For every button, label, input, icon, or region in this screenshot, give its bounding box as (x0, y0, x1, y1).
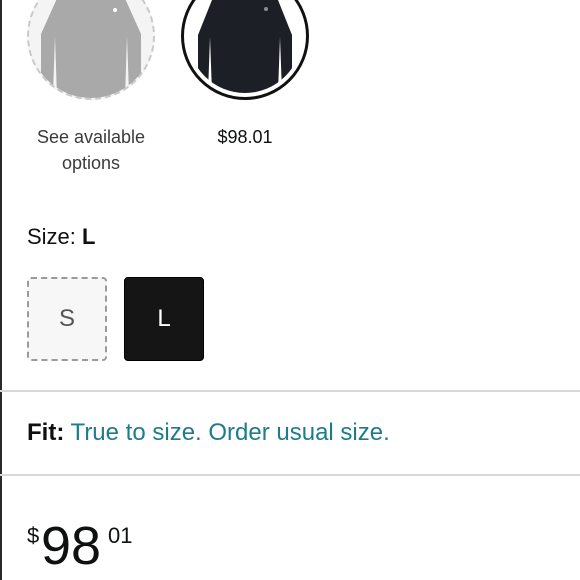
size-selected-value: L (82, 224, 96, 249)
color-swatch-grey[interactable] (27, 0, 155, 100)
divider (0, 474, 580, 476)
size-option-l-selected[interactable]: L (124, 277, 204, 361)
option-label-see-available[interactable]: See available options (15, 124, 167, 176)
price-whole: 98 (41, 516, 102, 576)
size-option-s[interactable]: S (27, 277, 107, 361)
grey-shirt-image (41, 0, 141, 98)
price-fraction: 01 (108, 523, 133, 548)
black-shirt-image (198, 0, 292, 93)
size-label: Size: (27, 224, 76, 249)
size-heading: Size: L (27, 222, 96, 252)
fit-label: Fit: (27, 419, 65, 446)
color-swatch-black-selected[interactable] (181, 0, 309, 100)
fit-info: Fit: True to size. Order usual size. (27, 417, 390, 449)
price-currency-symbol: $ (27, 523, 40, 548)
fit-text-link[interactable]: True to size. Order usual size. (71, 419, 390, 446)
left-edge-border (0, 0, 2, 580)
option-price-label[interactable]: $98.01 (180, 124, 310, 150)
divider (0, 390, 580, 392)
